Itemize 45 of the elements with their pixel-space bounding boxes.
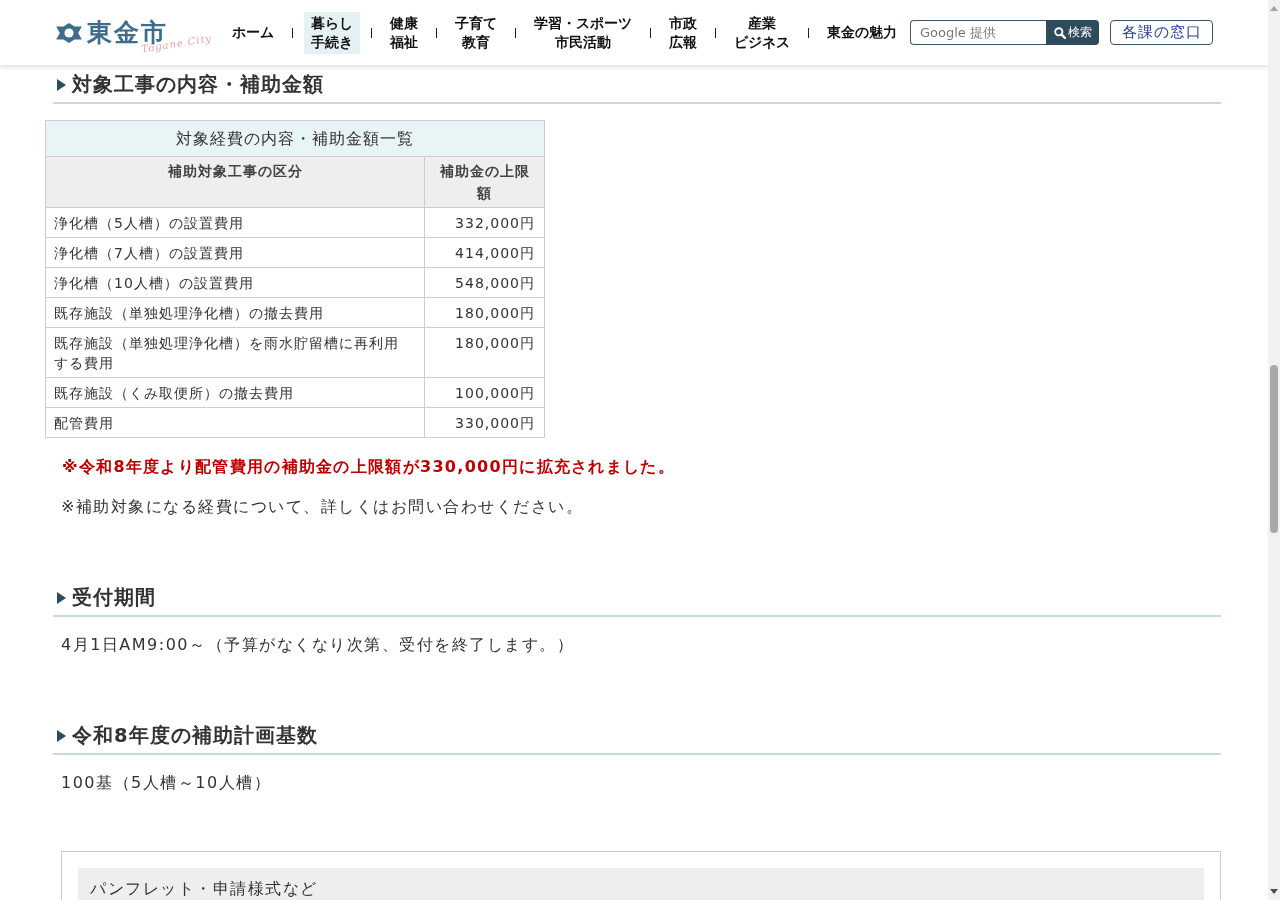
section-heading: 対象工事の内容・補助金額 <box>72 73 324 97</box>
table-cell: 配管費用 <box>45 407 425 438</box>
table-caption: 対象経費の内容・補助金額一覧 <box>45 120 545 157</box>
triangle-icon <box>57 592 66 604</box>
table-cell: 180,000円 <box>424 297 545 328</box>
section-heading: 受付期間 <box>72 586 156 610</box>
up-arrow-icon[interactable] <box>1270 6 1278 11</box>
triangle-icon <box>57 730 66 742</box>
nav-link[interactable]: 産業 ビジネス <box>727 11 797 54</box>
body-text: ※補助対象になる経費について、詳しくはお問い合わせください。 <box>61 496 585 518</box>
search-icon <box>1053 26 1066 39</box>
notice-text: ※令和8年度より配管費用の補助金の上限額が330,000円に拡充されました。 <box>62 456 676 478</box>
table-cell: 既存施設（単独処理浄化槽）の撤去費用 <box>45 297 425 328</box>
table-cell: 330,000円 <box>424 407 545 438</box>
triangle-icon <box>57 79 66 91</box>
table-cell: 414,000円 <box>424 237 545 268</box>
down-arrow-icon[interactable] <box>1270 889 1278 894</box>
column-header: 補助金の上限額 <box>424 156 545 208</box>
emblem-icon <box>55 21 83 44</box>
nav-link[interactable]: ホーム <box>225 21 281 44</box>
body-text: 4月1日AM9:00～（予算がなくなり次第、受付を終了します。） <box>61 634 576 656</box>
body-text: 100基（5人槽～10人槽） <box>61 772 273 794</box>
table-cell: 180,000円 <box>424 327 545 378</box>
counter-link-button[interactable]: 各課の窓口 <box>1110 20 1213 45</box>
scrollbar-thumb[interactable] <box>1270 365 1278 533</box>
nav-link[interactable]: 健康 福祉 <box>383 11 425 54</box>
nav-link[interactable]: 子育て 教育 <box>448 11 504 54</box>
section-heading: 令和8年度の補助計画基数 <box>72 724 318 748</box>
search-button[interactable]: 検索 <box>1046 20 1099 45</box>
panel-title: パンフレット・申請様式など <box>78 868 1204 900</box>
table-cell: 332,000円 <box>424 207 545 238</box>
column-header: 補助対象工事の区分 <box>45 156 425 208</box>
table-cell: 既存施設（単独処理浄化槽）を雨水貯留槽に再利用する費用 <box>45 327 425 378</box>
nav-link[interactable]: 市政 広報 <box>662 11 704 54</box>
table-cell: 既存施設（くみ取便所）の撤去費用 <box>45 377 425 408</box>
table-cell: 548,000円 <box>424 267 545 298</box>
search-field[interactable]: Google 提供 <box>910 20 1046 45</box>
scrollbar[interactable] <box>1268 0 1280 900</box>
nav-link[interactable]: 学習・スポーツ 市民活動 <box>527 11 639 54</box>
table-cell: 100,000円 <box>424 377 545 408</box>
nav-link[interactable]: 東金の魅力 <box>820 21 904 44</box>
table-cell: 浄化槽（5人槽）の設置費用 <box>45 207 425 238</box>
table-cell: 浄化槽（7人槽）の設置費用 <box>45 237 425 268</box>
table-cell: 浄化槽（10人槽）の設置費用 <box>45 267 425 298</box>
nav-link[interactable]: 暮らし 手続き <box>304 11 360 54</box>
